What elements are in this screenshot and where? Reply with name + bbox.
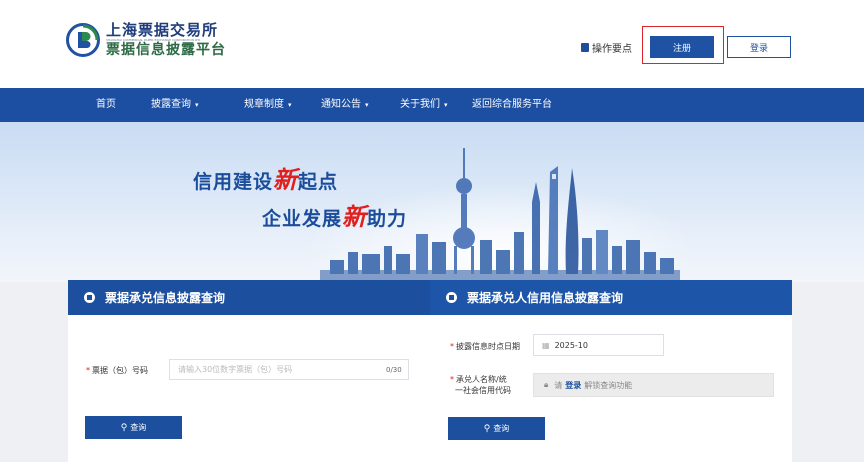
- banner-slogan-1: 信用建设新起点: [193, 160, 338, 195]
- lock-text-pre: 请: [554, 380, 563, 390]
- nav-item-label: 通知公告: [321, 99, 361, 110]
- nav-item-label: 披露查询: [151, 99, 191, 110]
- query-button-label: 查询: [493, 424, 510, 433]
- required-mark: *: [86, 366, 90, 375]
- operation-guide-link[interactable]: 操作要点: [581, 40, 632, 55]
- panel-header: 票据承兑人信用信息披露查询: [430, 280, 792, 315]
- page-margin-right: [792, 282, 864, 462]
- bill-number-input[interactable]: 请输入30位数字票据（包）号码: [169, 359, 409, 380]
- panel-header: 票据承兑信息披露查询: [68, 280, 430, 315]
- operation-guide-label: 操作要点: [592, 44, 632, 55]
- document-icon: [446, 292, 457, 303]
- slogan-1-text-end: 起点: [298, 171, 339, 193]
- banner-slogan-2: 企业发展新助力: [262, 197, 407, 232]
- nav-item-label: 关于我们: [400, 99, 440, 110]
- query-button-label: 查询: [130, 423, 147, 432]
- date-value: 2025-10: [554, 340, 588, 350]
- nav-item-home[interactable]: 首页: [96, 88, 116, 122]
- logo-subtitle: 票据信息披露平台: [106, 42, 226, 58]
- hero-banner: 信用建设新起点 企业发展新助力: [0, 122, 864, 282]
- logo-title: 上海票据交易所: [106, 21, 219, 39]
- slogan-1-text: 信用建设: [193, 171, 274, 193]
- bill-number-label: * 票据（包）号码: [86, 365, 148, 376]
- chevron-down-icon: ▾: [195, 101, 199, 109]
- bill-number-label-text: 票据（包）号码: [92, 366, 148, 375]
- unlock-login-link[interactable]: 登录: [565, 380, 581, 391]
- chevron-down-icon: ▾: [444, 101, 448, 109]
- site-logo[interactable]: 上海票据交易所 SHANGHAI COMMERCIAL PAPER EXCHAN…: [66, 22, 226, 58]
- nav-item-about[interactable]: 关于我们 ▾: [400, 88, 448, 122]
- nav-item-label: 规章制度: [244, 99, 284, 110]
- register-button[interactable]: 注册: [650, 36, 714, 58]
- query-button[interactable]: ⚲ 查询: [448, 417, 545, 440]
- main-nav: 首页 披露查询 ▾ 规章制度 ▾ 通知公告 ▾ 关于我们 ▾ 返回综合服务平台: [0, 88, 864, 122]
- date-label-text: 披露信息时点日期: [456, 342, 520, 351]
- book-icon: [581, 43, 589, 52]
- date-picker-input[interactable]: ▦ 2025-10: [533, 334, 664, 356]
- panel-title: 票据承兑信息披露查询: [105, 291, 226, 305]
- slogan-2-text: 企业发展: [262, 208, 343, 230]
- chevron-down-icon: ▾: [365, 101, 369, 109]
- nav-item-label: 首页: [96, 99, 116, 110]
- chevron-down-icon: ▾: [288, 101, 292, 109]
- required-mark: *: [450, 375, 454, 384]
- nav-item-back-to-platform[interactable]: 返回综合服务平台: [472, 88, 552, 122]
- acceptor-credit-panel: 票据承兑人信用信息披露查询 * 披露信息时点日期 ▦ 2025-10 * 承兑人名称/…: [430, 280, 792, 462]
- slogan-1-highlight: 新: [273, 166, 299, 194]
- char-counter: 0/30: [386, 366, 402, 374]
- slogan-2-text-end: 助力: [367, 208, 408, 230]
- search-icon: ⚲: [483, 423, 491, 433]
- lock-text-post: 解锁查询功能: [584, 380, 633, 390]
- acceptance-disclosure-panel: 票据承兑信息披露查询 * 票据（包）号码 请输入30位数字票据（包）号码 0/30…: [68, 280, 430, 462]
- calendar-icon: ▦: [542, 340, 550, 350]
- required-mark: *: [450, 342, 454, 351]
- search-icon: ⚲: [120, 422, 128, 432]
- site-header: 上海票据交易所 SHANGHAI COMMERCIAL PAPER EXCHAN…: [0, 0, 864, 88]
- nav-item-regulations[interactable]: 规章制度 ▾: [244, 88, 292, 122]
- document-icon: [84, 292, 95, 303]
- shpe-logo-icon: [66, 23, 100, 57]
- query-button[interactable]: ⚲ 查询: [85, 416, 182, 439]
- page-margin-left: [0, 282, 68, 462]
- slogan-2-highlight: 新: [342, 203, 368, 231]
- acceptor-name-label: * 承兑人名称/统 一社会信用代码: [450, 374, 511, 396]
- bill-number-placeholder: 请输入30位数字票据（包）号码: [178, 365, 293, 374]
- lock-icon: 🔒︎: [544, 380, 549, 389]
- nav-item-notices[interactable]: 通知公告 ▾: [321, 88, 369, 122]
- nav-item-disclosure-query[interactable]: 披露查询 ▾: [151, 88, 199, 122]
- acceptor-name-input-locked: 🔒︎ 请登录 解锁查询功能: [533, 373, 774, 397]
- date-label: * 披露信息时点日期: [450, 341, 520, 352]
- acceptor-name-label-line2: 一社会信用代码: [455, 386, 511, 395]
- nav-item-label: 返回综合服务平台: [472, 99, 552, 110]
- login-button[interactable]: 登录: [727, 36, 791, 58]
- panel-title: 票据承兑人信用信息披露查询: [467, 291, 624, 305]
- acceptor-name-label-line1: 承兑人名称/统: [456, 375, 507, 384]
